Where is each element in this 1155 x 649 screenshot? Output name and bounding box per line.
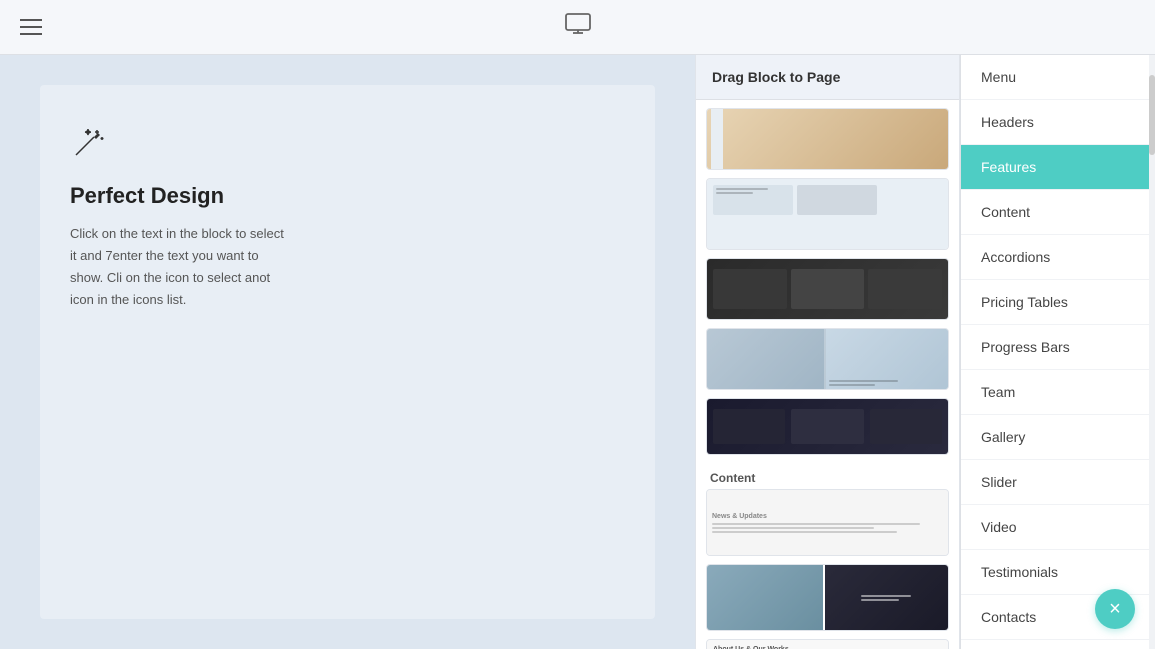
- close-button[interactable]: ×: [1095, 589, 1135, 629]
- wand-icon: ✦: [70, 125, 625, 169]
- block-thumb-1[interactable]: [706, 178, 949, 250]
- preview-content: ✦ Perfect Design Click on the text in th…: [40, 85, 655, 619]
- monitor-icon: [564, 12, 592, 42]
- sidebar-item-headers[interactable]: Headers: [961, 100, 1155, 145]
- sidebar-scroll: MenuHeadersFeaturesContentAccordionsPric…: [961, 55, 1155, 649]
- sidebar-item-features[interactable]: Features: [961, 145, 1155, 190]
- drag-block-header: Drag Block to Page: [696, 55, 959, 100]
- preview-panel: ✦ Perfect Design Click on the text in th…: [0, 55, 695, 649]
- sidebar-item-testimonials[interactable]: Testimonials: [961, 550, 1155, 595]
- sidebar-item-menu[interactable]: Menu: [961, 55, 1155, 100]
- menu-icon[interactable]: [20, 19, 42, 35]
- top-bar-left: [20, 19, 42, 35]
- sidebar-item-accordions[interactable]: Accordions: [961, 235, 1155, 280]
- block-thumb-content-2[interactable]: [706, 564, 949, 631]
- blocks-scroll[interactable]: Content News & Updates: [696, 100, 959, 649]
- sidebar-item-gallery[interactable]: Gallery: [961, 415, 1155, 460]
- block-thumb-0[interactable]: [706, 108, 949, 170]
- main-area: ✦ Perfect Design Click on the text in th…: [0, 55, 1155, 649]
- sidebar-item-slider[interactable]: Slider: [961, 460, 1155, 505]
- sidebar-item-pricing-tables[interactable]: Pricing Tables: [961, 280, 1155, 325]
- sidebar-item-video[interactable]: Video: [961, 505, 1155, 550]
- content-section-label: Content: [706, 463, 949, 489]
- block-thumb-content-3[interactable]: About Us & Our Works: [706, 639, 949, 649]
- block-thumb-3[interactable]: [706, 328, 949, 390]
- sidebar-item-progress-bars[interactable]: Progress Bars: [961, 325, 1155, 370]
- preview-text: Click on the text in the block to select…: [70, 223, 290, 311]
- svg-text:✦: ✦: [85, 128, 92, 137]
- preview-title: Perfect Design: [70, 183, 625, 209]
- block-thumb-content-1[interactable]: News & Updates: [706, 489, 949, 556]
- blocks-panel: Drag Block to Page: [695, 55, 960, 649]
- top-bar: [0, 0, 1155, 55]
- block-thumb-4[interactable]: [706, 398, 949, 455]
- sidebar-item-team[interactable]: Team: [961, 370, 1155, 415]
- sidebar-item-content[interactable]: Content: [961, 190, 1155, 235]
- block-thumb-2[interactable]: [706, 258, 949, 320]
- right-sidebar: MenuHeadersFeaturesContentAccordionsPric…: [960, 55, 1155, 649]
